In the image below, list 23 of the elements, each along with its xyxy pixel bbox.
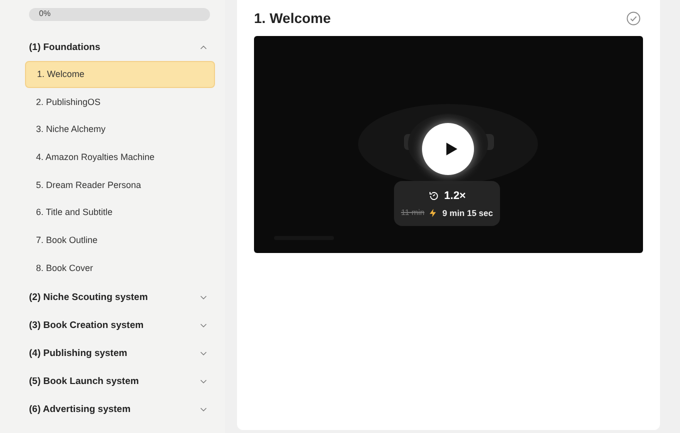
section-header[interactable]: (2) Niche Scouting system — [29, 284, 209, 312]
section-header[interactable]: (5) Book Launch system — [29, 368, 209, 396]
lesson-item[interactable]: 4. Amazon Royalties Machine — [25, 144, 215, 172]
lesson-item[interactable]: 1. Welcome — [25, 61, 215, 88]
lesson-item[interactable]: 7. Book Outline — [25, 227, 215, 254]
new-duration: 9 min 15 sec — [442, 208, 493, 218]
lesson-title: 1. Welcome — [254, 10, 331, 26]
speed-icon — [428, 190, 440, 202]
section-header[interactable]: (4) Publishing system — [29, 340, 209, 368]
section-header[interactable]: (1) Foundations — [29, 33, 209, 61]
progress-label: 0% — [39, 9, 51, 18]
speed-value: 1.2× — [444, 190, 466, 202]
video-player[interactable]: 1.2× 11 min 9 min 15 sec — [254, 36, 643, 253]
lightning-icon — [428, 208, 438, 218]
check-circle-icon[interactable] — [626, 10, 641, 26]
lesson-item[interactable]: 3. Niche Alchemy — [25, 116, 215, 144]
section-header[interactable]: (3) Book Creation system — [29, 312, 209, 340]
section-header[interactable]: (6) Advertising system — [29, 396, 209, 424]
lesson-item[interactable]: 2. PublishingOS — [25, 88, 215, 116]
lesson-item[interactable]: 5. Dream Reader Persona — [25, 172, 215, 199]
original-duration: 11 min — [401, 208, 424, 217]
lesson-item[interactable]: 6. Title and Subtitle — [25, 199, 215, 226]
lesson-item[interactable]: 8. Book Cover — [25, 254, 215, 282]
